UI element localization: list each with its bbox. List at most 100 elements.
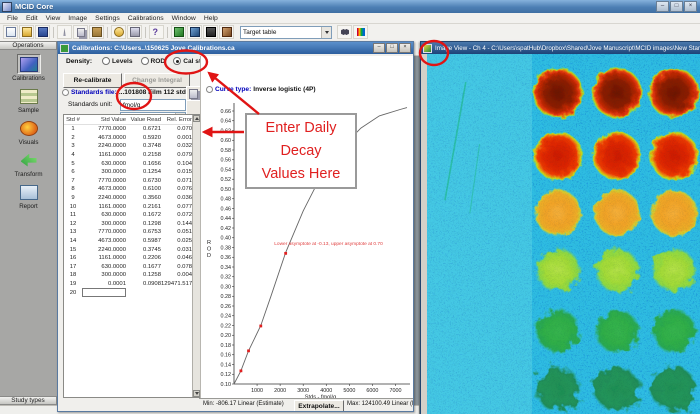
sidebar-item-calibrations[interactable]: Calibrations [5,54,53,82]
menu-edit[interactable]: Edit [22,15,42,22]
standards-file-row: Standards file: ...101808 Film 112 std 1… [62,89,189,96]
new-document-icon[interactable] [3,25,18,39]
table-row[interactable]: 137770.00000.67530.051 [64,228,200,237]
help-icon[interactable]: ? [149,25,164,39]
open-folder-icon[interactable] [19,25,34,39]
table-row[interactable]: 17770.00000.67210.070 [64,125,200,134]
standards-histogram-button[interactable] [186,100,201,115]
table-row[interactable]: 41161.00000.21580.079 [64,151,200,160]
study-types-header[interactable]: Study types [0,396,57,405]
svg-text:O: O [207,247,212,253]
sample-icon [20,89,38,104]
menu-help[interactable]: Help [200,15,222,22]
table-row[interactable]: 11630.00000.16720.072 [64,211,200,220]
image-view-window-icon[interactable] [423,44,432,53]
table-row[interactable]: 92240.00000.35600.036 [64,194,200,203]
standards-unit-label: Standards unit: [68,101,112,108]
menu-view[interactable]: View [42,15,65,22]
minimize-button[interactable]: – [656,1,669,12]
svg-text:0.32: 0.32 [221,275,232,281]
table-row[interactable]: 6300.00000.12540.015 [64,168,200,177]
svg-text:0.16: 0.16 [221,353,232,359]
scroll-up-icon[interactable] [193,115,200,122]
max-estimate: Max: 124100.49 Linear (Estimate) [347,401,413,407]
density-radio-levels[interactable]: Levels [102,57,133,65]
table-row[interactable]: 18300.00000.12580.004 [64,271,200,280]
table-row[interactable]: 12300.00000.12980.144 [64,220,200,229]
new-standard-input[interactable] [82,288,126,297]
table-row[interactable]: 190.00010.0908129471.517 [64,280,200,289]
svg-text:0.66: 0.66 [221,109,232,115]
menu-window[interactable]: Window [168,15,200,22]
table-row[interactable]: 77770.00000.67300.071 [64,177,200,186]
search-icon[interactable] [111,25,126,39]
table-row[interactable]: 24673.00000.59200.001 [64,134,200,143]
table-row[interactable]: 32240.00000.37480.032 [64,142,200,151]
scroll-down-icon[interactable] [193,390,200,397]
curve-type-row: Curve type: Inverse logistic (4P) [206,86,316,93]
sidebar-item-report[interactable]: Report [5,182,53,210]
histogram-icon[interactable] [353,25,368,39]
density-label: Density: [66,58,92,65]
standards-table-scrollbar[interactable] [192,115,200,397]
svg-text:0.44: 0.44 [221,216,232,222]
image-view-window: Image View - Ch 4 - C:\Users\spatHub\Dro… [420,41,700,414]
save-icon[interactable] [35,25,50,39]
standards-file-radio[interactable] [62,89,69,96]
table-row[interactable]: 144673.00000.59870.025 [64,237,200,246]
menu-bar: FileEditViewImageSettingsCalibrationsWin… [0,13,700,24]
calibrations-window-titlebar[interactable]: Calibrations: C:\Users..\150625 Jove Cal… [58,42,413,54]
sidebar-item-sample[interactable]: Sample [5,86,53,114]
svg-text:0.48: 0.48 [221,197,232,203]
standards-unit-input[interactable]: fmol/g [120,99,186,111]
sidebar-item-visuals[interactable]: Visuals [5,118,53,146]
svg-text:0.50: 0.50 [221,187,232,193]
operations-panel: Operations Calibrations Sample Visuals Tran… [0,41,58,414]
cal-minimize-button[interactable]: – [373,43,385,53]
table-row[interactable]: 20 [64,288,200,297]
table-row[interactable]: 84673.00000.61000.076 [64,185,200,194]
recalibrate-button[interactable]: Re-calibrate [63,73,122,88]
standards-table-header: Std #Std ValueValue ReadRel. Error [64,115,200,125]
standards-table[interactable]: Std #Std ValueValue ReadRel. Error 17770… [63,114,201,398]
cal-maximize-button[interactable]: □ [386,43,398,53]
standards-table-button[interactable] [186,86,201,101]
paste-icon[interactable] [89,25,104,39]
svg-text:0.22: 0.22 [221,323,232,329]
image-tool-icon-1[interactable] [171,25,186,39]
copy-icon[interactable] [73,25,88,39]
app-window: MCID Core – □ × FileEditViewImageSetting… [0,0,700,414]
table-row[interactable]: 152240.00000.37450.031 [64,245,200,254]
standards-image[interactable] [427,54,700,414]
column-header-0: Std # [64,117,82,123]
print-icon[interactable] [127,25,142,39]
target-table-select[interactable]: Target table [240,26,332,39]
curve-type-radio[interactable] [206,86,213,93]
cut-icon[interactable] [57,25,72,39]
image-tool-icon-3[interactable] [219,25,234,39]
maximize-button[interactable]: □ [670,1,683,12]
table-row[interactable]: 161161.00000.22060.046 [64,254,200,263]
cal-close-button[interactable]: × [399,43,411,53]
table-row[interactable]: 17630.00000.16770.078 [64,263,200,272]
close-button[interactable]: × [684,1,697,12]
menu-file[interactable]: File [3,15,22,22]
image-view-titlebar[interactable]: Image View - Ch 4 - C:\Users\spatHub\Dro… [421,42,700,54]
extrapolate-button[interactable]: Extrapolate... [294,400,344,411]
change-integral-button[interactable]: Change Integral [124,73,190,88]
menu-settings[interactable]: Settings [91,15,124,22]
density-radio-rod[interactable]: ROD [141,57,166,65]
image-tool-icon-2[interactable] [187,25,202,39]
table-row[interactable]: 5630.00000.16560.104 [64,159,200,168]
svg-text:0.10: 0.10 [221,382,232,388]
title-bar[interactable]: MCID Core – □ × [0,0,700,13]
menu-calibrations[interactable]: Calibrations [124,15,168,22]
table-row[interactable]: 101161.00000.21610.077 [64,202,200,211]
menu-image[interactable]: Image [64,15,91,22]
operations-header[interactable]: Operations [0,41,57,50]
svg-text:0.12: 0.12 [221,372,232,378]
svg-text:0.34: 0.34 [221,265,232,271]
binoculars-icon[interactable] [337,25,352,39]
sidebar-item-transform[interactable]: Transform [5,150,53,178]
camera-icon[interactable] [203,25,218,39]
